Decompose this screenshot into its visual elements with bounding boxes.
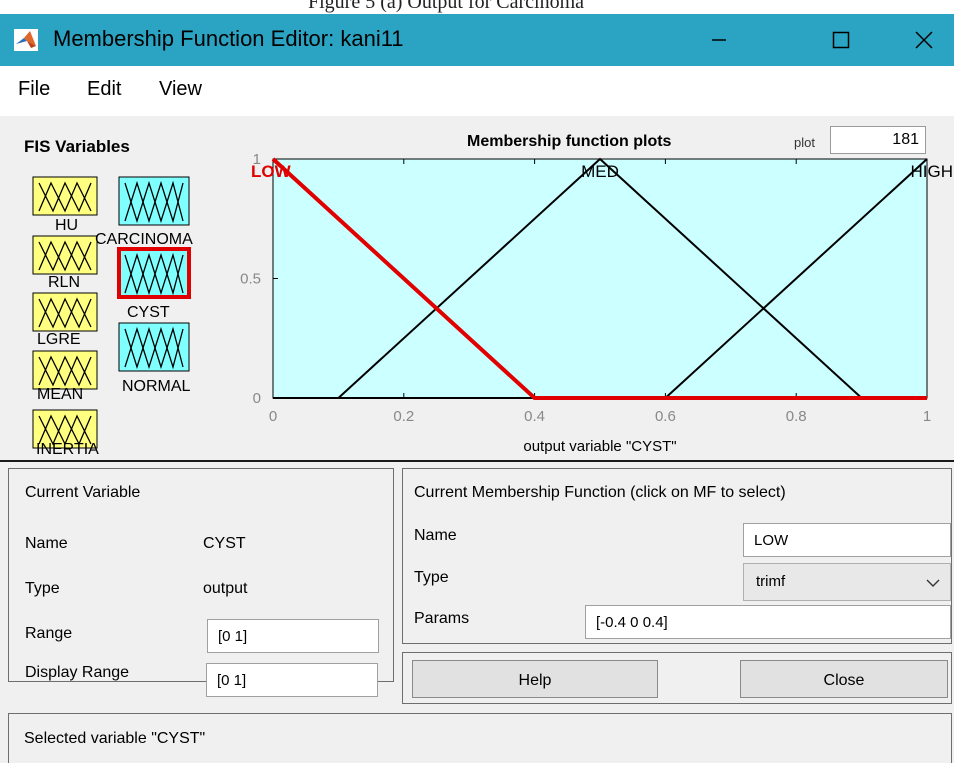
fis-editor-area: FIS Variables HU RLN LGRE MEAN INERTIA CARCIN… — [0, 116, 954, 460]
status-panel: Selected variable "CYST" — [8, 713, 952, 763]
figure-caption-text: Figure 5 (a) Output for Carcinoma — [308, 0, 585, 13]
x-axis-label: output variable "CYST" — [523, 438, 676, 455]
current-variable-title: Current Variable — [25, 484, 141, 501]
mf-name-field[interactable]: LOW — [743, 523, 951, 557]
menu-view[interactable]: View — [159, 78, 202, 101]
display-range-label: Display Range — [25, 664, 130, 681]
mf-label-high: HIGH — [911, 162, 954, 181]
menu-edit[interactable]: Edit — [87, 78, 121, 101]
membership-function-plot[interactable]: 0 0.2 0.4 0.6 0.8 100.51LOW MED HIGHoutput vari… — [0, 116, 954, 460]
mf-type-value: trimf — [756, 573, 786, 590]
variable-type-label: Type — [25, 580, 60, 597]
close-window-button[interactable] — [892, 14, 954, 66]
current-mf-title: Current Membership Function (click on MF… — [414, 484, 786, 501]
minimize-button[interactable] — [688, 14, 750, 66]
current-variable-panel: Current Variable Name CYST Type output R… — [8, 468, 394, 682]
plot-area — [272, 158, 928, 399]
maximize-button[interactable] — [810, 14, 872, 66]
y-tick-label: 0.5 — [240, 271, 261, 288]
properties-area: Current Variable Name CYST Type output R… — [0, 462, 954, 763]
mf-label-low: LOW — [251, 162, 292, 181]
range-label: Range — [25, 625, 73, 642]
display-range-field[interactable]: [0 1] — [206, 663, 378, 697]
mf-params-label: Params — [414, 610, 470, 627]
close-button[interactable]: Close — [740, 660, 948, 698]
menu-file[interactable]: File — [18, 78, 50, 101]
close-icon — [915, 31, 933, 49]
maximize-icon — [832, 31, 850, 49]
minimize-icon — [712, 39, 726, 41]
x-tick-label: 1 — [923, 408, 931, 425]
range-field[interactable]: [0 1] — [207, 619, 379, 653]
variable-type-value: output — [203, 580, 248, 597]
matlab-logo-icon — [14, 29, 38, 51]
menu-bar: File Edit View — [0, 66, 954, 116]
variable-name-label: Name — [25, 535, 68, 552]
x-tick-label: 0 — [269, 408, 277, 425]
window-title: Membership Function Editor: kani11 — [53, 26, 404, 51]
y-tick-label: 0 — [253, 390, 261, 407]
mf-label-med: MED — [581, 162, 619, 181]
help-button[interactable]: Help — [412, 660, 658, 698]
status-text: Selected variable "CYST" — [24, 730, 206, 747]
chevron-down-icon — [926, 579, 940, 587]
x-tick-label: 0.6 — [655, 408, 676, 425]
mf-type-label: Type — [414, 569, 449, 586]
x-tick-label: 0.8 — [786, 408, 807, 425]
x-tick-label: 0.2 — [393, 408, 414, 425]
x-tick-label: 0.4 — [524, 408, 545, 425]
mf-type-dropdown[interactable]: trimf — [743, 563, 951, 601]
mf-name-label: Name — [414, 527, 457, 544]
current-mf-panel: Current Membership Function (click on MF… — [402, 468, 952, 644]
window-title-bar: Membership Function Editor: kani11 — [0, 14, 954, 66]
mf-params-field[interactable]: [-0.4 0 0.4] — [585, 605, 951, 639]
variable-name-value: CYST — [203, 535, 246, 552]
